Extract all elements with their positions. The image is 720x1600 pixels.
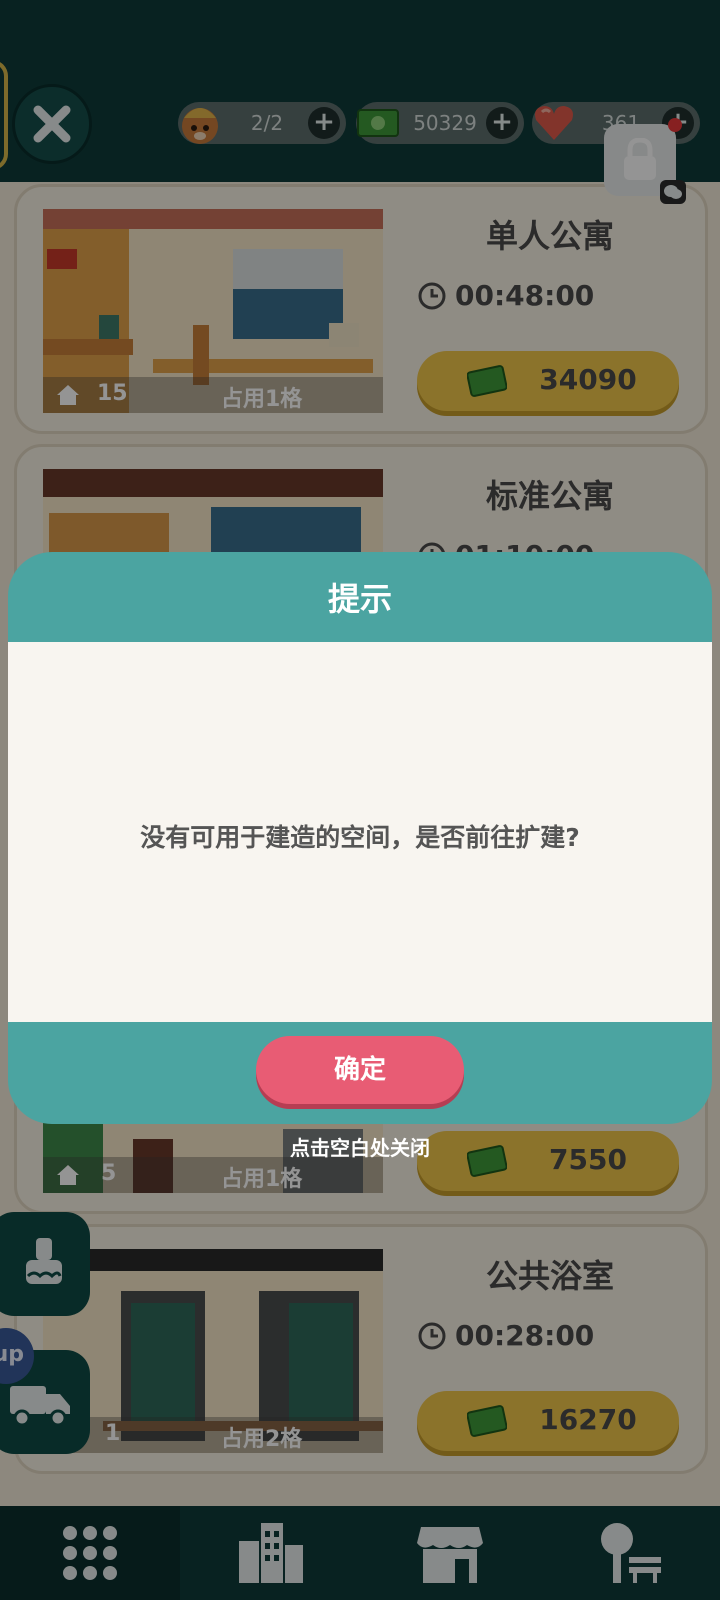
confirm-button[interactable]: 确定: [256, 1036, 464, 1104]
dialog-message: 没有可用于建造的空间，是否前往扩建?: [140, 823, 580, 852]
dismiss-hint: 点击空白处关闭: [290, 1136, 430, 1160]
dialog-title: 提示: [327, 580, 392, 618]
prompt-dialog: 提示 没有可用于建造的空间，是否前往扩建? 确定: [8, 552, 712, 1124]
dialog-body: 没有可用于建造的空间，是否前往扩建?: [8, 642, 712, 1022]
